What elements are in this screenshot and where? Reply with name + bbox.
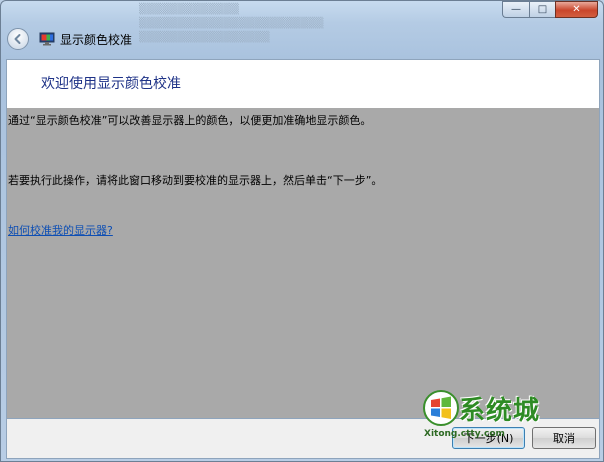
background-ghost-text: ▒▒▒▒▒▒▒▒▒▒▒▒▒▒▒▒▒ [139,32,270,43]
content-area: 欢迎使用显示颜色校准 通过“显示颜色校准”可以改善显示器上的颜色，以便更加准确地… [6,59,600,419]
close-button[interactable]: ✕ [555,1,598,18]
back-button[interactable] [7,28,29,50]
header-band: 欢迎使用显示颜色校准 [7,60,599,108]
window-title: 显示颜色校准 [60,32,133,47]
calibration-window: ▒▒▒▒▒▒▒▒▒▒▒▒▒ ▒▒▒▒▒▒▒▒▒▒▒▒▒▒▒▒▒▒▒▒▒▒▒▒ ▒… [0,0,604,462]
background-ghost-text: ▒▒▒▒▒▒▒▒▒▒▒▒▒ [139,4,239,15]
page-title: 欢迎使用显示颜色校准 [41,76,181,92]
back-arrow-icon [14,34,21,44]
watermark-title: 系统城 [459,396,541,426]
caption-buttons: — □ ✕ [502,1,598,18]
display-monitor-icon [39,32,55,46]
navigation-bar: 显示颜色校准 [7,25,132,53]
instruction-paragraph: 若要执行此操作，请将此窗口移动到要校准的显示器上，然后单击“下一步”。 [8,174,383,187]
windows-logo-icon [423,390,459,426]
how-to-calibrate-link[interactable]: 如何校准我的显示器? [8,222,113,238]
intro-paragraph: 通过“显示颜色校准”可以改善显示器上的颜色，以便更加准确地显示颜色。 [8,114,372,127]
site-watermark: 系统城 Xitong.cttу.com [421,386,571,446]
watermark-url: Xitong.cttу.com [424,429,505,439]
maximize-button[interactable]: □ [529,1,555,18]
background-ghost-text: ▒▒▒▒▒▒▒▒▒▒▒▒▒▒▒▒▒▒▒▒▒▒▒▒ [139,18,324,29]
minimize-button[interactable]: — [502,1,529,18]
